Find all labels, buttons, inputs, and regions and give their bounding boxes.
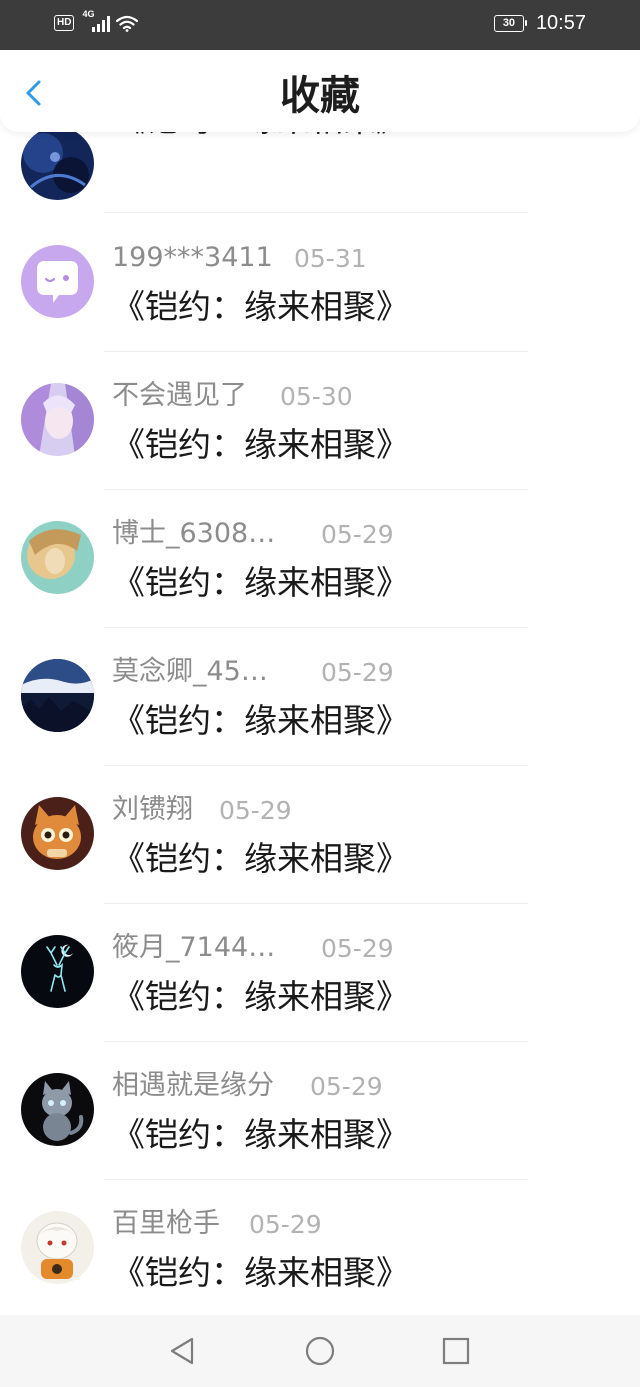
- triangle-back-icon: [170, 1337, 194, 1365]
- favorites-list: 《铠约：缘来相聚》 199***3411 05-31 《铠约：缘来相聚》: [0, 132, 640, 1315]
- clock: 10:57: [535, 12, 586, 34]
- post-date: 05-29: [321, 658, 394, 687]
- system-back-button[interactable]: [166, 1335, 198, 1367]
- post-date: 05-29: [219, 796, 292, 825]
- item-title: 《铠约：缘来相聚》: [112, 1253, 409, 1292]
- list-item[interactable]: 《铠约：缘来相聚》: [0, 132, 640, 213]
- user-name: 百里枪手: [112, 1208, 220, 1239]
- item-title: 《铠约：缘来相聚》: [112, 977, 409, 1016]
- post-date: 05-30: [280, 382, 353, 411]
- item-title: 《铠约：缘来相聚》: [112, 839, 409, 878]
- item-title: 《铠约：缘来相聚》: [112, 425, 409, 464]
- user-name: 相遇就是缘分: [112, 1070, 274, 1101]
- item-title: 《铠约：缘来相聚》: [112, 132, 409, 140]
- chibi-character-avatar: [21, 1211, 94, 1284]
- system-home-button[interactable]: [304, 1335, 336, 1367]
- list-item[interactable]: 199***3411 05-31 《铠约：缘来相聚》: [0, 213, 640, 352]
- list-item[interactable]: 莫念卿_45… 05-29 《铠约：缘来相聚》: [0, 627, 640, 766]
- item-title: 《铠约：缘来相聚》: [112, 563, 409, 602]
- cartoon-cat-avatar: [21, 797, 94, 870]
- list-item[interactable]: 百里枪手 05-29 《铠约：缘来相聚》: [0, 1179, 640, 1315]
- item-title: 《铠约：缘来相聚》: [112, 1115, 409, 1154]
- cell-signal-icon: 4G: [82, 9, 111, 34]
- nav-bar: 收藏: [0, 50, 640, 132]
- page-title: 收藏: [280, 73, 360, 119]
- list-item[interactable]: 不会遇见了 05-30 《铠约：缘来相聚》: [0, 351, 640, 490]
- glowing-deer-avatar: [21, 935, 94, 1008]
- status-right: 30 10:57: [493, 12, 586, 35]
- battery-icon: 30: [493, 15, 527, 32]
- list-item[interactable]: 相遇就是缘分 05-29 《铠约：缘来相聚》: [0, 1041, 640, 1180]
- list-item[interactable]: 刘镄翔 05-29 《铠约：缘来相聚》: [0, 765, 640, 904]
- night-sky-avatar: [21, 132, 94, 200]
- chat-bubble-avatar: [21, 245, 94, 318]
- post-date: 05-31: [294, 244, 367, 273]
- user-name: 莫念卿_45…: [112, 656, 268, 687]
- post-date: 05-29: [249, 1210, 322, 1239]
- circle-home-icon: [305, 1336, 335, 1366]
- wifi-icon: [116, 15, 139, 32]
- system-navigation-bar: [0, 1315, 640, 1387]
- status-bar: HD 4G 30 10:57: [0, 0, 640, 50]
- painted-portrait-avatar: [21, 521, 94, 594]
- user-name: 筱月_7144…: [112, 932, 276, 963]
- landscape-avatar: [21, 659, 94, 732]
- square-recents-icon: [442, 1337, 470, 1365]
- user-name: 不会遇见了: [112, 380, 247, 411]
- status-left: HD 4G: [54, 9, 139, 34]
- grey-cat-avatar: [21, 1073, 94, 1146]
- battery-level: 30: [502, 17, 516, 29]
- item-title: 《铠约：缘来相聚》: [112, 701, 409, 740]
- post-date: 05-29: [321, 520, 394, 549]
- list-item[interactable]: 筱月_7144… 05-29 《铠约：缘来相聚》: [0, 903, 640, 1042]
- hd-icon: HD: [54, 15, 75, 31]
- list-item[interactable]: 博士_6308… 05-29 《铠约：缘来相聚》: [0, 489, 640, 628]
- user-name: 刘镄翔: [112, 794, 193, 825]
- post-date: 05-29: [310, 1072, 383, 1101]
- item-title: 《铠约：缘来相聚》: [112, 287, 409, 326]
- user-name: 博士_6308…: [112, 518, 276, 549]
- user-name: 199***3411: [112, 242, 273, 273]
- post-date: 05-29: [321, 934, 394, 963]
- anime-girl-avatar: [21, 383, 94, 456]
- system-recents-button[interactable]: [440, 1335, 472, 1367]
